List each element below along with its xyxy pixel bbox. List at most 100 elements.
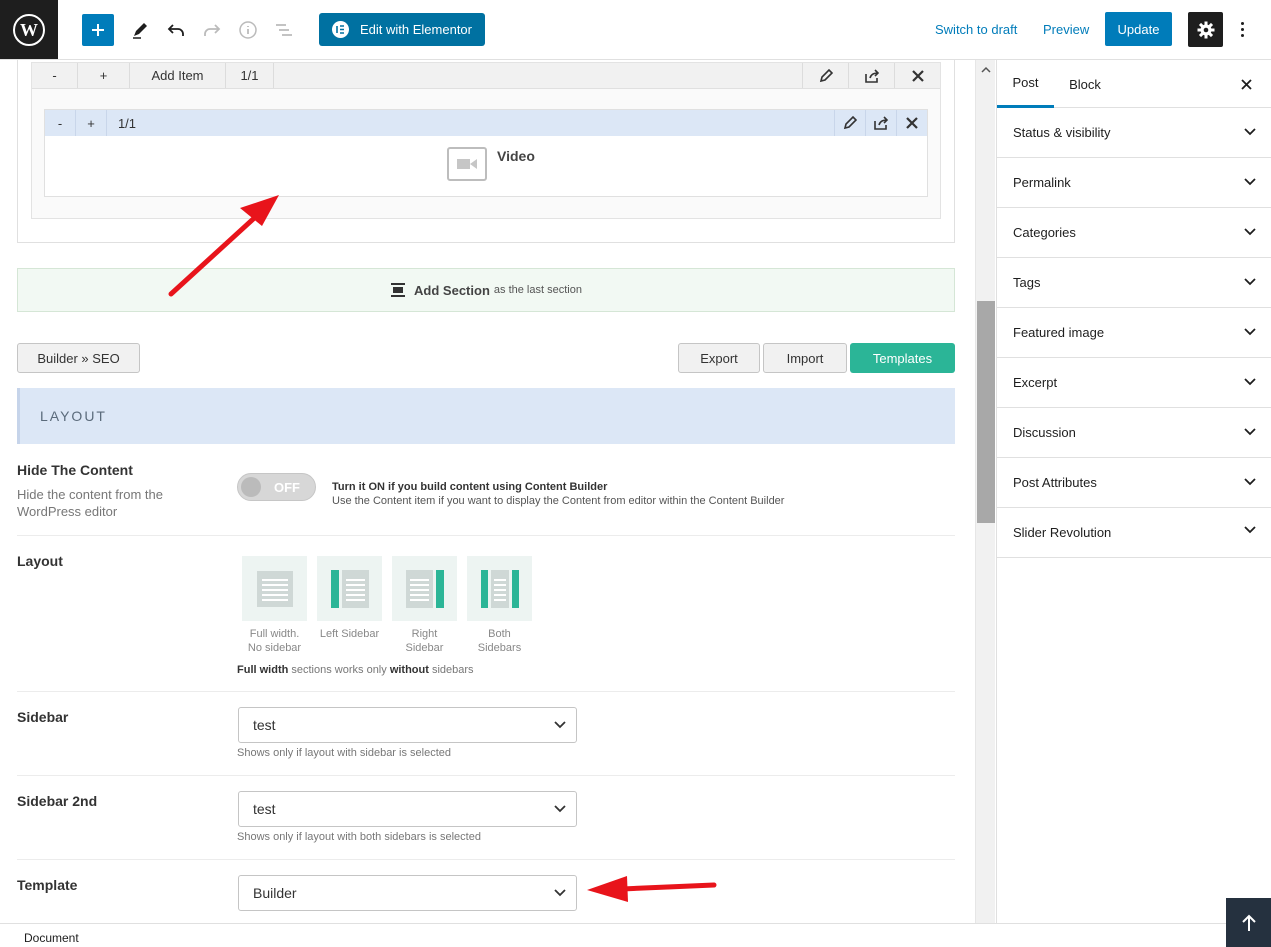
chevron-down-icon — [1244, 428, 1256, 436]
editor-scrollbar[interactable] — [975, 60, 995, 923]
layout-full-width-line2: No sidebar — [247, 642, 302, 654]
chevron-down-icon — [1244, 178, 1256, 186]
update-button[interactable]: Update — [1105, 12, 1172, 46]
layout-section-heading: LAYOUT — [17, 388, 955, 444]
panel-label: Permalink — [1013, 175, 1071, 190]
hide-content-note-text: Use the Content item if you want to disp… — [332, 495, 785, 507]
add-item-button[interactable]: Add Item — [130, 63, 226, 88]
wrap-plus-button[interactable]: + — [78, 63, 130, 88]
chevron-down-icon — [1244, 378, 1256, 386]
wrap-size-label: 1/1 — [226, 63, 274, 88]
panel-label: Slider Revolution — [1013, 525, 1112, 540]
scroll-to-top-icon[interactable] — [1226, 898, 1271, 947]
sidebar2-row: Sidebar 2nd test Shows only if layout wi… — [17, 776, 955, 860]
layout-left-sidebar-line1: Left Sidebar — [319, 628, 380, 640]
layout-note-bold2: without — [389, 664, 429, 676]
sidebar2-note: Shows only if layout with both sidebars … — [237, 831, 481, 843]
item-edit-pencil-icon[interactable] — [834, 110, 865, 136]
breadcrumb-document[interactable]: Document — [24, 931, 79, 945]
sidebar-note: Shows only if layout with sidebar is sel… — [237, 747, 451, 759]
layout-option-left-sidebar[interactable]: Left Sidebar — [317, 556, 382, 641]
more-options-icon[interactable] — [1232, 15, 1252, 43]
layout-note-text1: sections works only — [288, 664, 390, 676]
wrap-edit-pencil-icon[interactable] — [802, 63, 848, 88]
tab-post[interactable]: Post — [997, 60, 1054, 108]
chevron-down-icon — [1244, 128, 1256, 136]
item-delete-close-icon[interactable] — [896, 110, 927, 136]
sidebar2-select[interactable]: test — [238, 791, 577, 827]
layout-option-right-sidebar[interactable]: Right Sidebar — [392, 556, 457, 655]
wordpress-logo-icon[interactable]: W — [0, 0, 58, 59]
item-plus-button[interactable]: + — [76, 110, 107, 136]
preview-button[interactable]: Preview — [1043, 22, 1089, 37]
block-breadcrumb-bar: Document — [0, 923, 1271, 947]
video-camera-icon[interactable] — [447, 147, 487, 181]
wrap-delete-close-icon[interactable] — [894, 63, 940, 88]
item-minus-button[interactable]: - — [45, 110, 76, 136]
layout-both-sidebars-line1: Both — [488, 628, 511, 640]
builder-section: - + Add Item 1/1 - + 1/1 Video — [17, 60, 955, 243]
editor-canvas: - + Add Item 1/1 - + 1/1 Video Add Secti… — [0, 60, 975, 923]
hide-content-toggle[interactable]: OFF — [237, 473, 316, 501]
panel-label: Featured image — [1013, 325, 1105, 340]
panel-label: Status & visibility — [1013, 125, 1111, 140]
import-button[interactable]: Import — [763, 343, 847, 373]
switch-to-draft-button[interactable]: Switch to draft — [935, 22, 1017, 37]
chevron-down-icon — [1244, 478, 1256, 486]
layout-full-width-line1: Full width. — [249, 628, 300, 640]
panel-permalink[interactable]: Permalink — [997, 158, 1271, 208]
wrap-duplicate-share-icon[interactable] — [848, 63, 894, 88]
item-duplicate-share-icon[interactable] — [865, 110, 896, 136]
panel-post-attributes[interactable]: Post Attributes — [997, 458, 1271, 508]
panel-label: Discussion — [1013, 425, 1076, 440]
edit-with-elementor-button[interactable]: Edit with Elementor — [319, 13, 485, 46]
settings-gear-icon[interactable] — [1188, 12, 1223, 47]
info-icon[interactable] — [235, 17, 261, 43]
chevron-down-icon — [554, 721, 566, 729]
close-sidebar-icon[interactable] — [1238, 76, 1254, 92]
builder-wrap: - + Add Item 1/1 - + 1/1 Video — [31, 62, 941, 219]
wrap-minus-button[interactable]: - — [32, 63, 78, 88]
add-section-button[interactable]: Add Section as the last section — [17, 268, 955, 312]
export-button[interactable]: Export — [678, 343, 760, 373]
panel-discussion[interactable]: Discussion — [997, 408, 1271, 458]
editor-toolbar: W Edit with Elementor Switch to draft Pr… — [0, 0, 1271, 60]
sidebar2-title: Sidebar 2nd — [17, 793, 98, 809]
sidebar-select-value: test — [253, 717, 276, 733]
panel-slider-revolution[interactable]: Slider Revolution — [997, 508, 1271, 558]
video-item-label[interactable]: Video — [497, 148, 535, 164]
panel-status-visibility[interactable]: Status & visibility — [997, 108, 1271, 158]
panel-tags[interactable]: Tags — [997, 258, 1271, 308]
sidebar-title: Sidebar — [17, 709, 69, 725]
builder-item: - + 1/1 Video — [44, 109, 928, 197]
layout-note: Full width sections works only without s… — [237, 664, 474, 676]
chevron-down-icon — [554, 889, 566, 897]
add-section-label: Add Section — [414, 282, 490, 298]
list-view-icon[interactable] — [271, 17, 297, 43]
layout-option-both-sidebars[interactable]: Both Sidebars — [467, 556, 532, 655]
item-toolbar: - + 1/1 — [45, 110, 927, 136]
undo-icon[interactable] — [163, 17, 189, 43]
redo-icon[interactable] — [199, 17, 225, 43]
builder-seo-button[interactable]: Builder » SEO — [17, 343, 140, 373]
panel-featured-image[interactable]: Featured image — [997, 308, 1271, 358]
templates-button[interactable]: Templates — [850, 343, 955, 373]
panel-categories[interactable]: Categories — [997, 208, 1271, 258]
layout-note-text2: sidebars — [428, 664, 474, 676]
template-select[interactable]: Builder — [238, 875, 577, 911]
template-row: Template Builder — [17, 860, 955, 923]
item-size-label: 1/1 — [117, 115, 137, 131]
layout-option-full-width[interactable]: Full width. No sidebar — [242, 556, 307, 655]
scrollbar-thumb[interactable] — [977, 301, 995, 523]
edit-pencil-icon[interactable] — [127, 17, 153, 43]
chevron-down-icon — [1244, 526, 1256, 534]
tab-block[interactable]: Block — [1057, 60, 1113, 108]
panel-excerpt[interactable]: Excerpt — [997, 358, 1271, 408]
sidebar-select[interactable]: test — [238, 707, 577, 743]
add-section-icon — [391, 283, 406, 297]
template-title: Template — [17, 877, 78, 893]
scroll-up-arrow-icon[interactable] — [981, 66, 991, 73]
add-block-button[interactable] — [82, 14, 114, 46]
panel-label: Categories — [1013, 225, 1076, 240]
settings-sidebar: Post Block Status & visibility Permalink… — [996, 60, 1271, 923]
